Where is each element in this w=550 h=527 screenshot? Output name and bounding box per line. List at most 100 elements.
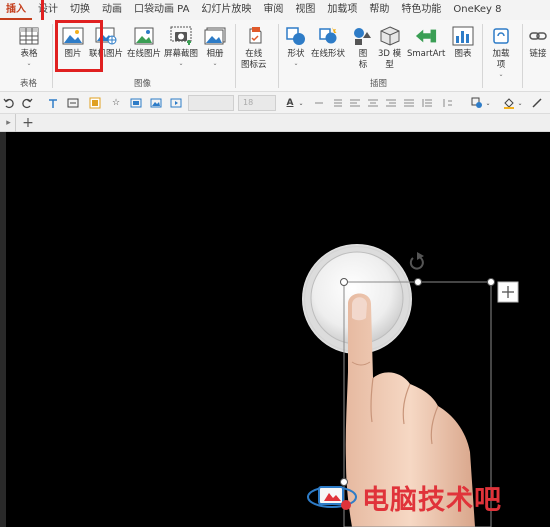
table-button-label: 表格 [20, 49, 38, 59]
picture-icon [62, 26, 84, 46]
icons-label-line1: 图 [358, 49, 368, 59]
add-slide-tab-button[interactable]: + [20, 115, 36, 131]
pin-icon[interactable] [46, 95, 60, 111]
online-picture-2-button-label: 在线图片 [127, 49, 162, 59]
slide-icon[interactable] [129, 95, 143, 111]
album-button[interactable]: 相册 ⌄ [204, 26, 226, 68]
icons-button[interactable]: 图 标 [352, 26, 374, 71]
chevron-down-icon: ⌄ [26, 60, 32, 67]
smartart-icon [415, 26, 437, 46]
icons-label-line2: 标 [358, 60, 368, 70]
tab-slideshow[interactable]: 幻灯片放映 [195, 0, 257, 20]
chevron-down-icon[interactable]: ⌄ [516, 95, 524, 111]
rotate-handle-icon[interactable] [409, 252, 424, 270]
tab-pocket-animation[interactable]: 口袋动画 PA [128, 0, 195, 20]
sort-icon[interactable] [440, 95, 454, 111]
group-separator [522, 24, 523, 88]
icon-cloud-icon [243, 26, 265, 46]
online-picture-button[interactable]: 联机图片 [89, 26, 123, 60]
group-separator [235, 24, 236, 88]
star-icon[interactable]: ☆ [109, 95, 123, 111]
online-picture-icon [95, 26, 117, 46]
addins-button[interactable]: 加载 项 ⌄ [490, 26, 512, 79]
group-label-images: 图像 [134, 79, 152, 89]
fill-bucket-icon[interactable] [502, 95, 516, 111]
addins-label-line2: 项 [496, 60, 506, 70]
chevron-down-icon: ⌄ [293, 60, 299, 67]
align-left-icon[interactable] [348, 95, 362, 111]
shapes-icon [285, 26, 307, 46]
links-button[interactable]: 链接 [527, 26, 549, 60]
bullets-icon[interactable] [330, 95, 344, 111]
chart-button[interactable]: 图表 [452, 26, 474, 60]
shapes-button-label: 形状 [287, 49, 305, 59]
cube-icon [379, 26, 401, 46]
online-picture-2-icon [133, 26, 155, 46]
screenshot-button[interactable]: 屏幕截图 ⌄ [164, 26, 198, 68]
tab-animations[interactable]: 动画 [96, 0, 128, 20]
chevron-down-icon: ⌄ [498, 71, 504, 78]
3d-model-button[interactable]: 3D 模 型 [378, 26, 401, 71]
image-icon[interactable] [149, 95, 163, 111]
chevron-down-icon: ⌄ [178, 60, 184, 67]
links-button-label: 链接 [529, 49, 547, 59]
group-label-illustrations: 插图 [370, 79, 388, 89]
slide-tab-bar: ▸ + [0, 114, 550, 132]
font-name-select[interactable] [188, 95, 234, 111]
online-icons-button[interactable]: 在线 图标云 [241, 26, 267, 71]
online-shapes-icon [317, 26, 339, 46]
shape-style-icon[interactable] [470, 95, 484, 111]
addins-icon [490, 26, 512, 46]
3d-model-label-line1: 3D 模 [378, 49, 402, 59]
group-separator [52, 24, 53, 88]
layout-options-button[interactable] [497, 281, 519, 303]
video-icon[interactable] [169, 95, 183, 111]
tab-addins[interactable]: 加载项 [321, 0, 363, 20]
link-icon [527, 26, 549, 46]
album-button-label: 相册 [206, 49, 224, 59]
slide-tab-handle[interactable]: ▸ [2, 114, 16, 132]
online-picture-2-button[interactable]: 在线图片 [127, 26, 161, 60]
redo-icon[interactable] [20, 95, 34, 111]
tab-view[interactable]: 视图 [289, 0, 321, 20]
3d-model-label-line2: 型 [385, 60, 394, 70]
chevron-down-icon[interactable]: ⌄ [297, 95, 305, 111]
tab-onekey[interactable]: OneKey 8 [447, 0, 507, 20]
tab-special-features[interactable]: 特色功能 [395, 0, 447, 20]
table-button[interactable]: 表格 ⌄ [18, 26, 40, 68]
tab-help[interactable]: 帮助 [363, 0, 395, 20]
ribbon-panel: 表格 ⌄ 表格 图片 联机图片 在线图片 屏幕截图 ⌄ 相册 ⌄ 图像 在线 图… [0, 20, 550, 92]
bar-chart-icon [452, 26, 474, 46]
undo-icon[interactable] [2, 95, 16, 111]
chevron-down-icon[interactable]: ⌄ [484, 95, 492, 111]
align-center-icon[interactable] [366, 95, 380, 111]
align-right-icon[interactable] [384, 95, 398, 111]
smartart-button[interactable]: SmartArt [407, 26, 445, 60]
tab-review[interactable]: 审阅 [257, 0, 289, 20]
font-size-select[interactable]: 18 [238, 95, 276, 111]
ribbon-tabs: 插入 设计 切换 动画 口袋动画 PA 幻灯片放映 审阅 视图 加载项 帮助 特… [0, 0, 550, 20]
slide-content [302, 244, 519, 527]
tab-design[interactable]: 设计 [32, 0, 64, 20]
outline-pen-icon[interactable] [530, 95, 544, 111]
tab-transitions[interactable]: 切换 [64, 0, 96, 20]
online-shapes-button[interactable]: 在线形状 [311, 26, 345, 60]
photo-album-icon [204, 26, 226, 46]
resize-handle-top-middle[interactable] [414, 278, 422, 286]
strikethrough-icon[interactable] [312, 95, 326, 111]
insert-shape-icon[interactable] [66, 95, 80, 111]
resize-handle-top-right[interactable] [487, 278, 495, 286]
shapes-button[interactable]: 形状 ⌄ [285, 26, 307, 68]
tab-insert[interactable]: 插入 [0, 0, 32, 20]
picture-button[interactable]: 图片 [62, 26, 84, 60]
justify-icon[interactable] [402, 95, 416, 111]
table-icon [18, 26, 40, 46]
resize-handle-top-left[interactable] [340, 278, 348, 286]
font-color-button[interactable]: A [282, 95, 298, 111]
watermark-logo-icon [306, 475, 358, 520]
online-icons-label-line1: 在线 [245, 49, 263, 59]
line-spacing-icon[interactable] [420, 95, 434, 111]
format-painter-icon[interactable] [88, 95, 102, 111]
smartart-button-label: SmartArt [407, 49, 446, 59]
screenshot-icon [170, 26, 192, 46]
